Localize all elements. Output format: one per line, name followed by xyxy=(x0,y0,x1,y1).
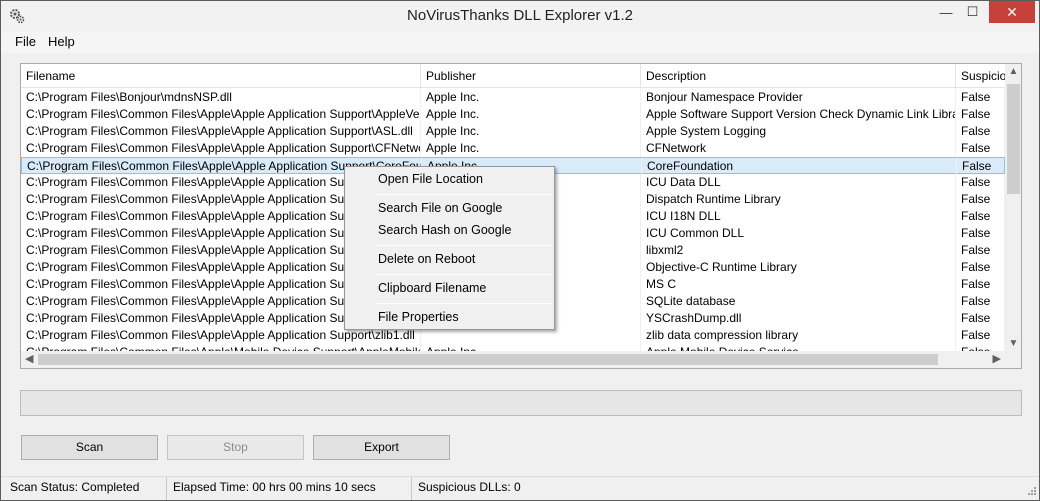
menu-delete-on-reboot[interactable]: Delete on Reboot xyxy=(378,252,475,266)
cell-suspicious: False xyxy=(956,327,1005,344)
scrollbar-corner xyxy=(1005,351,1021,368)
cell-description: YSCrashDump.dll xyxy=(641,310,956,327)
cell-publisher: Apple Inc. xyxy=(421,89,641,106)
cell-publisher: Apple Inc. xyxy=(421,140,641,157)
minimize-button[interactable]: — xyxy=(933,1,959,23)
menu-search-file-google[interactable]: Search File on Google xyxy=(378,201,502,215)
cell-filename: C:\Program Files\Common Files\Apple\Appl… xyxy=(21,140,421,157)
cell-suspicious: False xyxy=(956,106,1005,123)
status-bar: Scan Status: Completed Elapsed Time: 00 … xyxy=(1,476,1039,500)
menu-separator xyxy=(375,274,552,275)
cell-suspicious: False xyxy=(956,242,1005,259)
cell-description: Objective-C Runtime Library xyxy=(641,259,956,276)
cell-description: ICU Common DLL xyxy=(641,225,956,242)
cell-suspicious: False xyxy=(956,208,1005,225)
menu-separator xyxy=(375,194,552,195)
table-row[interactable]: C:\Program Files\Common Files\Apple\Appl… xyxy=(21,123,1005,140)
menu-file[interactable]: File xyxy=(15,34,36,49)
cell-suspicious: False xyxy=(956,310,1005,327)
table-row[interactable]: C:\Program Files\Common Files\Apple\Appl… xyxy=(21,140,1005,157)
cell-filename: C:\Program Files\Common Files\Apple\Appl… xyxy=(21,106,421,123)
cell-suspicious: False xyxy=(956,225,1005,242)
column-header-filename[interactable]: Filename xyxy=(21,64,421,88)
menu-separator xyxy=(375,303,552,304)
menu-search-hash-google[interactable]: Search Hash on Google xyxy=(378,223,511,237)
cell-description: CFNetwork xyxy=(641,140,956,157)
table-row[interactable]: C:\Program Files\Bonjour\mdnsNSP.dll Appl… xyxy=(21,89,1005,106)
scan-status-text: Scan Status: Completed xyxy=(1,477,167,500)
cell-suspicious: False xyxy=(956,174,1005,191)
elapsed-time-text: Elapsed Time: 00 hrs 00 mins 10 secs xyxy=(167,477,412,500)
list-header: Filename Publisher Description Suspiciou… xyxy=(21,64,1005,88)
vertical-scrollbar[interactable]: ▲ ▼ xyxy=(1005,64,1021,351)
cell-description: Dispatch Runtime Library xyxy=(641,191,956,208)
cell-description: MS C xyxy=(641,276,956,293)
scroll-right-icon[interactable]: ▶ xyxy=(993,352,1001,365)
cell-suspicious: False xyxy=(956,276,1005,293)
horizontal-scroll-thumb[interactable] xyxy=(38,354,938,365)
cell-suspicious: False xyxy=(956,293,1005,310)
scan-progress-bar xyxy=(20,390,1022,416)
cell-suspicious: False xyxy=(956,140,1005,157)
column-header-publisher[interactable]: Publisher xyxy=(421,64,641,88)
menu-separator xyxy=(375,245,552,246)
cell-suspicious: False xyxy=(956,123,1005,140)
scan-button[interactable]: Scan xyxy=(21,435,158,460)
cell-description: SQLite database xyxy=(641,293,956,310)
export-button[interactable]: Export xyxy=(313,435,450,460)
cell-publisher: Apple Inc. xyxy=(421,106,641,123)
scroll-down-icon[interactable]: ▼ xyxy=(1005,338,1021,349)
cell-filename: C:\Program Files\Bonjour\mdnsNSP.dll xyxy=(21,89,421,106)
table-row[interactable]: C:\Program Files\Common Files\Apple\Appl… xyxy=(21,106,1005,123)
vertical-scroll-thumb[interactable] xyxy=(1007,84,1020,194)
app-window: NoVirusThanks DLL Explorer v1.2 — ☐ ✕ Fi… xyxy=(0,0,1040,501)
resize-grip-icon[interactable] xyxy=(1025,486,1037,498)
menu-open-file-location[interactable]: Open File Location xyxy=(378,172,483,186)
column-header-suspicious[interactable]: Suspicious xyxy=(956,64,1005,88)
suspicious-count-text: Suspicious DLLs: 0 xyxy=(418,480,521,494)
column-header-description[interactable]: Description xyxy=(641,64,956,88)
scroll-up-icon[interactable]: ▲ xyxy=(1005,66,1021,77)
title-bar[interactable]: NoVirusThanks DLL Explorer v1.2 — ☐ ✕ xyxy=(1,1,1039,31)
cell-description: ICU I18N DLL xyxy=(641,208,956,225)
cell-description: CoreFoundation xyxy=(642,158,957,175)
cell-description: ICU Data DLL xyxy=(641,174,956,191)
close-button[interactable]: ✕ xyxy=(989,1,1035,23)
menu-bar: File Help xyxy=(1,32,1039,53)
cell-publisher: Apple Inc. xyxy=(421,123,641,140)
cell-description: Apple Software Support Version Check Dyn… xyxy=(641,106,956,123)
cell-suspicious: False xyxy=(957,158,1006,175)
scroll-left-icon[interactable]: ◀ xyxy=(25,352,33,365)
cell-filename: C:\Program Files\Common Files\Apple\Appl… xyxy=(21,123,421,140)
cell-suspicious: False xyxy=(956,89,1005,106)
maximize-button[interactable]: ☐ xyxy=(959,1,986,23)
cell-description: Bonjour Namespace Provider xyxy=(641,89,956,106)
cell-description: Apple System Logging xyxy=(641,123,956,140)
menu-clipboard-filename[interactable]: Clipboard Filename xyxy=(378,281,486,295)
cell-description: zlib data compression library xyxy=(641,327,956,344)
horizontal-scrollbar[interactable]: ◀ ▶ xyxy=(21,351,1005,368)
stop-button[interactable]: Stop xyxy=(167,435,304,460)
cell-description: libxml2 xyxy=(641,242,956,259)
window-title: NoVirusThanks DLL Explorer v1.2 xyxy=(407,7,633,24)
menu-file-properties[interactable]: File Properties xyxy=(378,310,459,324)
context-menu: Open File Location Search File on Google… xyxy=(344,166,555,330)
cell-suspicious: False xyxy=(956,191,1005,208)
menu-help[interactable]: Help xyxy=(48,34,75,49)
cell-suspicious: False xyxy=(956,259,1005,276)
